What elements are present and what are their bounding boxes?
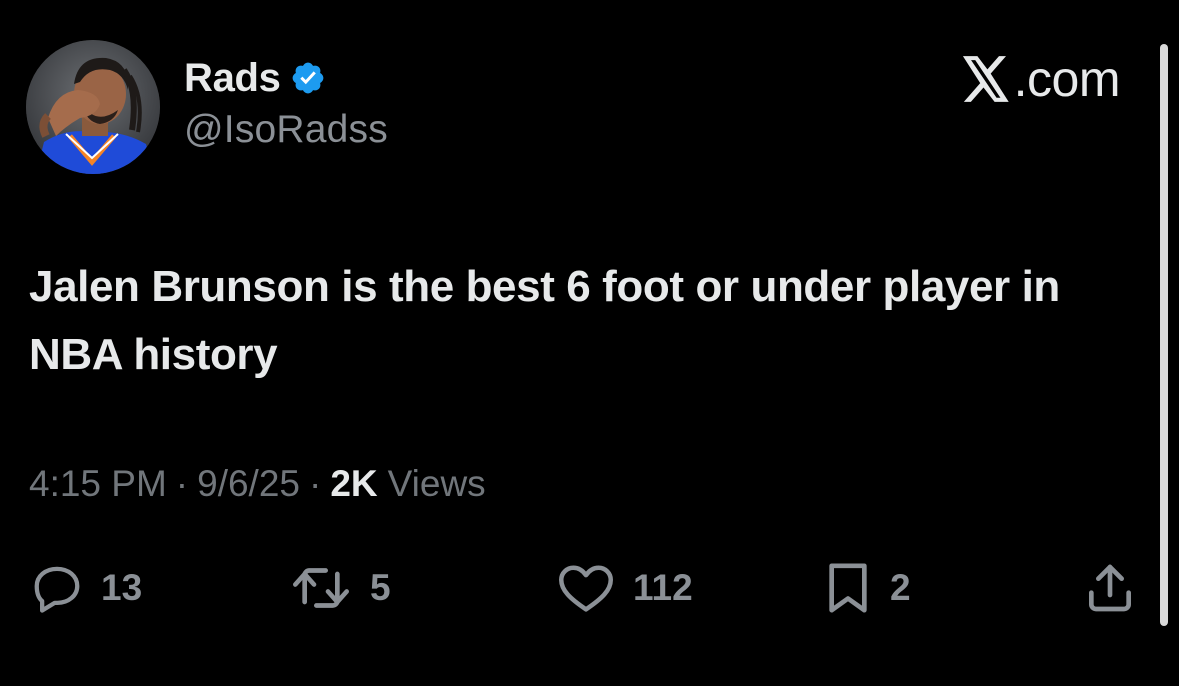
views-count: 2K <box>330 463 378 504</box>
bookmark-count: 2 <box>890 567 911 608</box>
name-row: Rads <box>184 54 388 102</box>
bookmark-icon <box>829 563 867 613</box>
retweet-icon <box>293 568 349 608</box>
share-button[interactable] <box>1082 560 1138 616</box>
brand-logo: .com <box>961 50 1121 108</box>
tweet-card: Rads @IsoRadss .com Jalen Brunson is the… <box>0 0 1179 686</box>
retweet-count: 5 <box>370 567 391 608</box>
bookmark-button[interactable]: 2 <box>822 560 911 616</box>
handle[interactable]: @IsoRadss <box>184 108 388 152</box>
reply-count: 13 <box>101 567 143 608</box>
meta-separator: · <box>309 463 322 504</box>
views-label: Views <box>387 463 486 504</box>
tweet-text: Jalen Brunson is the best 6 foot or unde… <box>29 262 1060 379</box>
reply-icon <box>34 566 80 613</box>
like-button[interactable]: 112 <box>555 560 693 616</box>
reply-button[interactable]: 13 <box>29 560 142 616</box>
avatar-photo <box>26 40 160 174</box>
retweet-button[interactable]: 5 <box>288 560 391 616</box>
tweet-time[interactable]: 4:15 PM <box>29 463 167 505</box>
verified-badge-icon <box>290 60 326 96</box>
avatar[interactable] <box>26 40 160 174</box>
heart-icon <box>559 565 613 612</box>
like-count: 112 <box>633 567 693 608</box>
action-bar: 13 5 112 2 <box>0 560 1179 616</box>
brand-domain: .com <box>1013 51 1121 107</box>
author-info: Rads @IsoRadss <box>184 54 388 152</box>
display-name[interactable]: Rads <box>184 56 281 101</box>
tweet-meta: 4:15 PM · 9/6/25 · 2K Views <box>29 463 486 505</box>
x-logo-icon <box>961 56 1011 102</box>
share-icon <box>1089 564 1131 612</box>
meta-separator: · <box>175 463 189 504</box>
tweet-date[interactable]: 9/6/25 <box>197 463 300 505</box>
scrollbar[interactable] <box>1160 44 1168 626</box>
